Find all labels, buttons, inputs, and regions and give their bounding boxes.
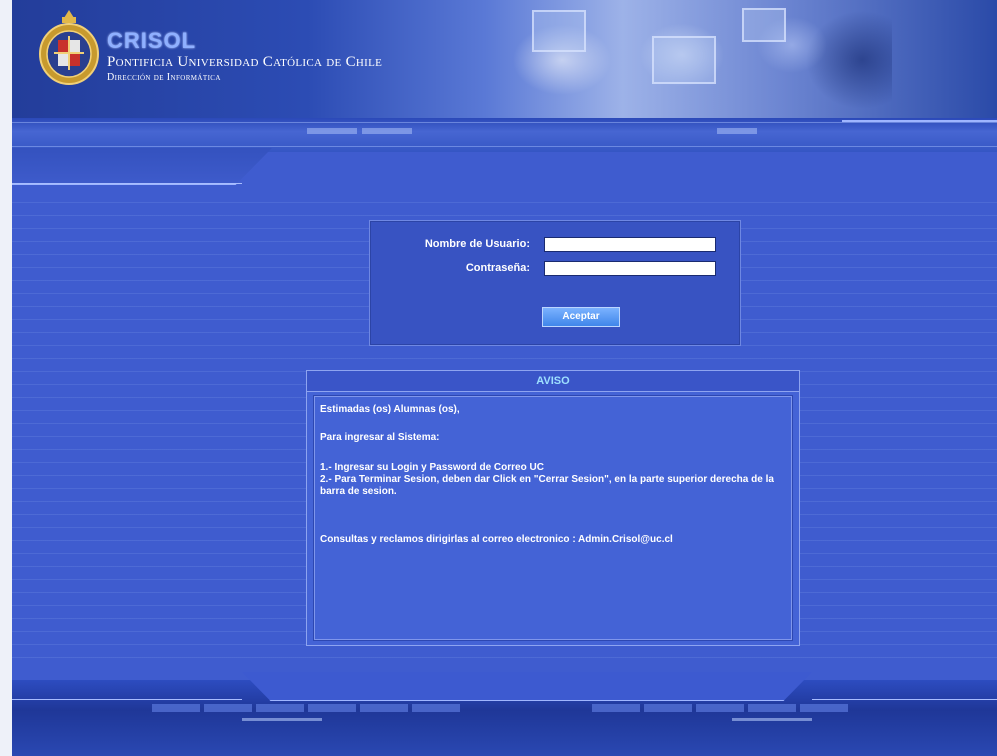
brand-name: CRISOL [107, 28, 197, 53]
username-input[interactable] [544, 237, 716, 252]
notice-title: AVISO [307, 371, 799, 392]
university-name: Pontificia Universidad Católica de Chile [107, 54, 383, 70]
notice-contact: Consultas y reclamos dirigirlas al corre… [320, 534, 673, 545]
band-divider [12, 146, 997, 147]
footer-tab [256, 704, 304, 712]
notice-body: Estimadas (os) Alumnas (os), Para ingres… [313, 395, 793, 641]
notice-greeting: Estimadas (os) Alumnas (os), [320, 404, 460, 415]
band-tab [717, 128, 757, 134]
band-tab [362, 128, 412, 134]
password-label: Contraseña: [465, 262, 530, 274]
footer-tab [412, 704, 460, 712]
header-banner: CRISOL Pontificia Universidad Católica d… [12, 0, 997, 120]
footer-tab [748, 704, 796, 712]
notice-panel: AVISO Estimadas (os) Alumnas (os), Para … [306, 370, 800, 646]
footer-tab [644, 704, 692, 712]
monitor-graphic [742, 8, 786, 42]
decor-line [812, 699, 997, 700]
decor-line [842, 120, 997, 122]
header-band [12, 118, 997, 152]
decor-line [12, 183, 242, 184]
footer-tab [204, 704, 252, 712]
band-tab [307, 128, 357, 134]
footer-mark [732, 718, 812, 721]
login-form: Nombre de Usuario: Contraseña: Aceptar [369, 220, 741, 346]
monitor-graphic [652, 36, 716, 84]
page-frame: CRISOL Pontificia Universidad Católica d… [12, 0, 997, 756]
footer-tab [696, 704, 744, 712]
submit-button[interactable]: Aceptar [542, 307, 620, 327]
university-crest-icon [39, 10, 99, 85]
footer-notch [242, 672, 812, 701]
decor-line [12, 699, 242, 700]
notice-step-1: 1.- Ingresar su Login y Password de Corr… [320, 462, 544, 473]
footer-mark [242, 718, 322, 721]
footer-tab [360, 704, 408, 712]
notice-intro: Para ingresar al Sistema: [320, 432, 440, 443]
password-input[interactable] [544, 261, 716, 276]
notice-step-2: 2.- Para Terminar Sesion, deben dar Clic… [320, 474, 774, 497]
username-label: Nombre de Usuario: [424, 238, 530, 250]
monitor-graphic [532, 10, 586, 52]
department-name: Dirección de Informática [107, 72, 221, 83]
footer-tab [592, 704, 640, 712]
band-divider [12, 122, 997, 123]
footer-tab [800, 704, 848, 712]
footer-tab [308, 704, 356, 712]
footer-tab [152, 704, 200, 712]
decor-wing-left [12, 148, 272, 185]
